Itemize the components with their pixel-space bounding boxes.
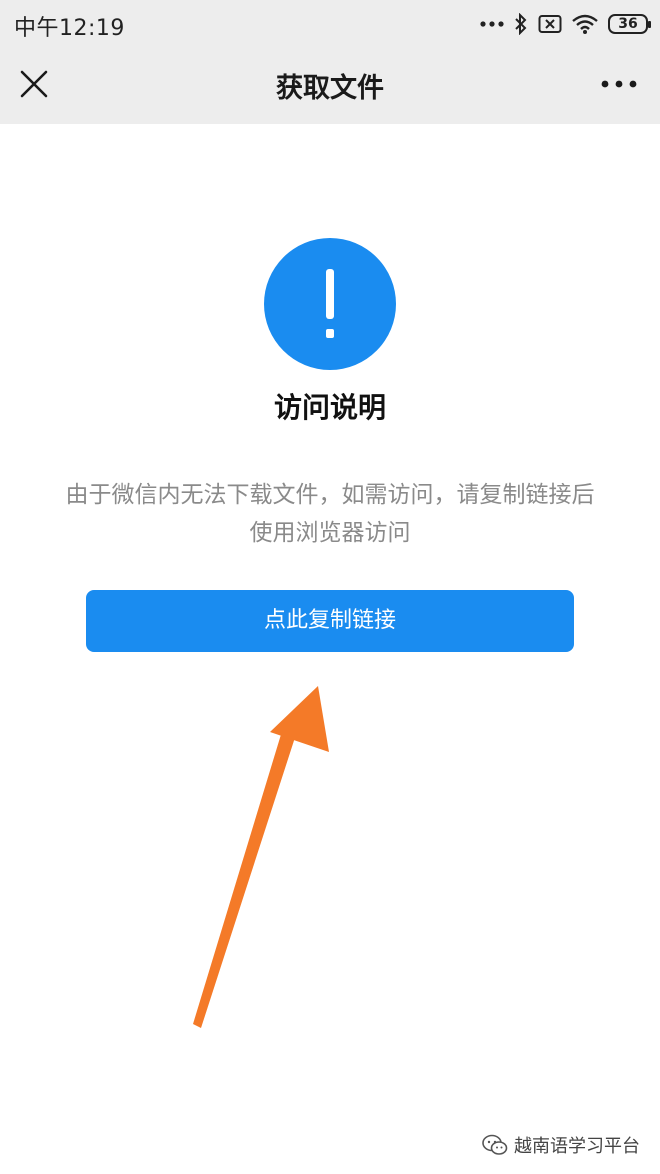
battery-level: 36 <box>618 16 638 32</box>
copy-link-button[interactable]: 点此复制链接 <box>86 590 574 652</box>
more-icon[interactable] <box>600 74 638 94</box>
description-line-2: 使用浏览器访问 <box>249 520 411 546</box>
bluetooth-icon <box>515 13 527 35</box>
wifi-icon <box>572 14 598 34</box>
pointer-arrow-icon <box>193 686 329 1028</box>
no-sim-icon <box>538 15 562 33</box>
more-dots-icon <box>480 21 504 27</box>
status-icons: 36 <box>480 10 651 38</box>
description-line-1: 由于微信内无法下载文件，如需访问，请复制链接后 <box>65 482 595 508</box>
watermark: 越南语学习平台 <box>482 1130 640 1160</box>
nav-bar: 获取文件 <box>0 48 660 124</box>
notice-heading: 访问说明 <box>273 391 386 424</box>
exclamation-circle-icon <box>264 238 396 370</box>
watermark-text: 越南语学习平台 <box>514 1136 640 1157</box>
page-title: 获取文件 <box>276 73 384 104</box>
status-time: 中午12:19 <box>14 16 125 41</box>
notice-description: 由于微信内无法下载文件，如需访问，请复制链接后 使用浏览器访问 <box>30 476 630 552</box>
wechat-icon <box>482 1134 508 1155</box>
battery-icon: 36 <box>608 14 651 34</box>
status-bar: 中午12:19 36 <box>0 0 660 48</box>
